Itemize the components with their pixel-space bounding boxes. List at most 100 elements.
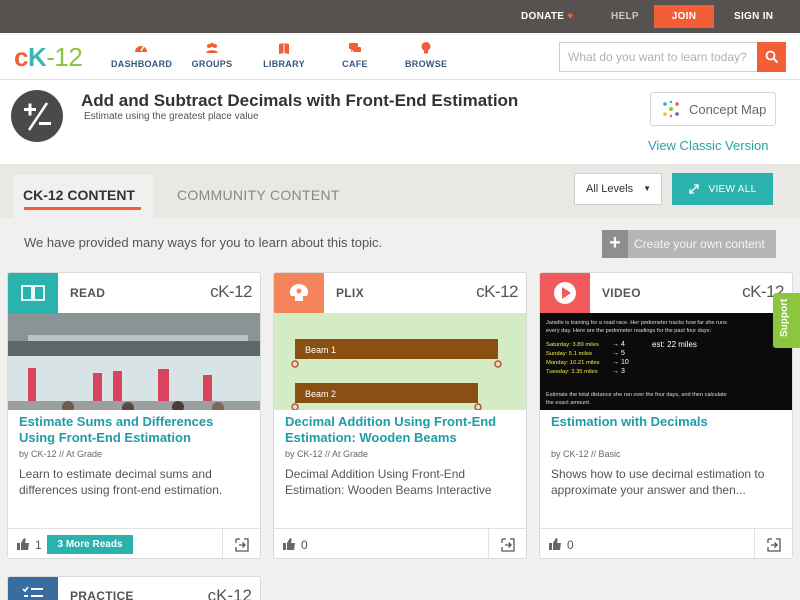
card-footer: 1 3 More Reads [8, 528, 260, 558]
like-count: 1 [35, 538, 42, 552]
like-count: 0 [567, 538, 574, 552]
sign-in-link[interactable]: SIGN IN [734, 11, 773, 22]
card-type-icon [540, 273, 590, 313]
card-thumbnail: Janelle is training for a road race. Her… [540, 313, 792, 410]
view-classic-link[interactable]: View Classic Version [648, 138, 768, 153]
topic-icon [11, 90, 63, 142]
nav-cafe-label: CAFE [342, 59, 368, 69]
board-approx: → 10 [612, 359, 629, 366]
plix-card[interactable]: PLIX cK-12 Beam 1 Beam 2 Decimal Additio… [273, 272, 527, 559]
card-title-link[interactable]: Estimation with Decimals [551, 414, 783, 430]
active-tab-underline [24, 207, 141, 210]
card-title-link[interactable]: Estimate Sums and Differences Using Fron… [19, 414, 251, 446]
practice-card[interactable]: PRACTICE cK-12 [7, 576, 261, 600]
tab-community-content[interactable]: COMMUNITY CONTENT [177, 187, 340, 203]
video-card[interactable]: VIDEO cK-12 Janelle is training for a ro… [539, 272, 793, 559]
card-footer: 0 [540, 528, 792, 558]
thumbs-up-icon[interactable] [16, 537, 30, 551]
expand-arrows-icon [688, 184, 699, 194]
view-all-button[interactable]: VIEW ALL [672, 173, 773, 205]
nav-groups[interactable]: GROUPS [191, 41, 233, 69]
card-meta: by CK-12 // At Grade [285, 449, 369, 459]
groups-people-icon [206, 42, 218, 53]
caret-down-icon: ▼ [643, 184, 651, 193]
nav-library[interactable]: LIBRARY [263, 41, 305, 69]
like-count: 0 [301, 538, 308, 552]
card-footer: 0 [274, 528, 526, 558]
thumbs-up-icon[interactable] [282, 537, 296, 551]
card-type-icon [8, 577, 58, 600]
board-row: Sunday: 5.1 miles [546, 351, 592, 357]
concept-map-label: Concept Map [689, 101, 767, 117]
card-type-label: READ [70, 286, 106, 300]
card-meta: by CK-12 // Basic [551, 449, 621, 459]
library-book-icon [279, 43, 289, 54]
join-button[interactable]: JOIN [654, 5, 714, 28]
search-icon [765, 50, 778, 64]
logo-k: K [27, 42, 47, 72]
nav-groups-label: GROUPS [191, 59, 233, 69]
page-subtitle: Estimate using the greatest place value [84, 111, 259, 122]
open-card-button[interactable] [754, 529, 792, 558]
donate-label: DONATE [521, 11, 565, 22]
card-thumbnail [8, 313, 260, 410]
create-content-label: Create your own content [634, 237, 765, 251]
nav-dashboard[interactable]: DASHBOARD [111, 41, 172, 69]
store-photo-image [8, 313, 260, 410]
logo-c: c [14, 42, 28, 72]
card-brand: cK-12 [210, 282, 252, 301]
card-description: Decimal Addition Using Front-End Estimat… [285, 467, 492, 497]
card-description: Learn to estimate decimal sums and diffe… [19, 467, 223, 497]
card-type-label: PRACTICE [70, 589, 134, 600]
search-input[interactable] [559, 42, 757, 72]
nav-browse[interactable]: BROWSE [405, 41, 447, 69]
heart-icon: ♥ [567, 11, 574, 22]
card-meta: by CK-12 // At Grade [19, 449, 103, 459]
donate-link[interactable]: DONATE ♥ [521, 11, 574, 22]
page-title: Add and Subtract Decimals with Front-End… [81, 91, 519, 110]
card-header: PLIX cK-12 [274, 273, 526, 313]
card-title-link[interactable]: Decimal Addition Using Front-End Estimat… [285, 414, 517, 446]
card-brand: cK-12 [207, 586, 252, 600]
board-approx: → 5 [612, 350, 625, 357]
thumbs-up-icon[interactable] [548, 537, 562, 551]
levels-select[interactable]: All Levels ▼ [574, 173, 662, 205]
browse-lightbulb-icon [421, 42, 431, 54]
board-bottom-2: the exact amount. [546, 400, 591, 406]
card-type-icon [274, 273, 324, 313]
card-description: Shows how to use decimal estimation to a… [551, 467, 765, 497]
board-line-1: Janelle is training for a road race. Her… [546, 320, 727, 326]
logo-12: -12 [46, 42, 83, 72]
play-icon [554, 282, 576, 304]
create-content-button[interactable]: + Create your own content [602, 230, 776, 258]
support-tab[interactable]: Support [773, 293, 800, 348]
nav-cafe[interactable]: CAFE [340, 41, 370, 69]
open-card-button[interactable] [488, 529, 526, 558]
view-all-label: VIEW ALL [708, 183, 757, 195]
read-card[interactable]: READ cK-12 Estimate Sums and Differences… [7, 272, 261, 559]
plus-minus-icon [24, 102, 51, 131]
main-nav: cK-12 DASHBOARD GROUPS LIBRARY CAFE BROW… [0, 33, 800, 80]
ck12-logo[interactable]: cK-12 [14, 42, 83, 73]
more-reads-button[interactable]: 3 More Reads [47, 535, 133, 554]
card-brand: cK-12 [476, 282, 518, 301]
card-header: VIDEO cK-12 [540, 273, 792, 313]
tab-ck12-content[interactable]: CK-12 CONTENT [13, 175, 154, 218]
open-card-button[interactable] [222, 529, 260, 558]
board-approx: → 4 [612, 341, 625, 348]
wooden-beams-image: Beam 1 Beam 2 [274, 313, 526, 410]
checklist-icon [22, 586, 43, 597]
board-row: Saturday: 3.89 miles [546, 342, 599, 348]
concept-map-icon [663, 100, 679, 118]
top-bar: DONATE ♥ HELP JOIN SIGN IN [0, 0, 800, 33]
card-type-icon [8, 273, 58, 313]
plix-brain-icon [289, 284, 309, 301]
open-arrow-icon [234, 537, 249, 552]
help-link[interactable]: HELP [611, 11, 639, 22]
levels-select-value: All Levels [586, 183, 634, 195]
search-button[interactable] [757, 42, 786, 72]
tab-ck12-content-label: CK-12 CONTENT [23, 187, 136, 203]
nav-browse-label: BROWSE [405, 59, 448, 69]
concept-map-button[interactable]: Concept Map [650, 92, 776, 126]
board-line-2: every day. Here are the pedometer readin… [546, 328, 711, 334]
